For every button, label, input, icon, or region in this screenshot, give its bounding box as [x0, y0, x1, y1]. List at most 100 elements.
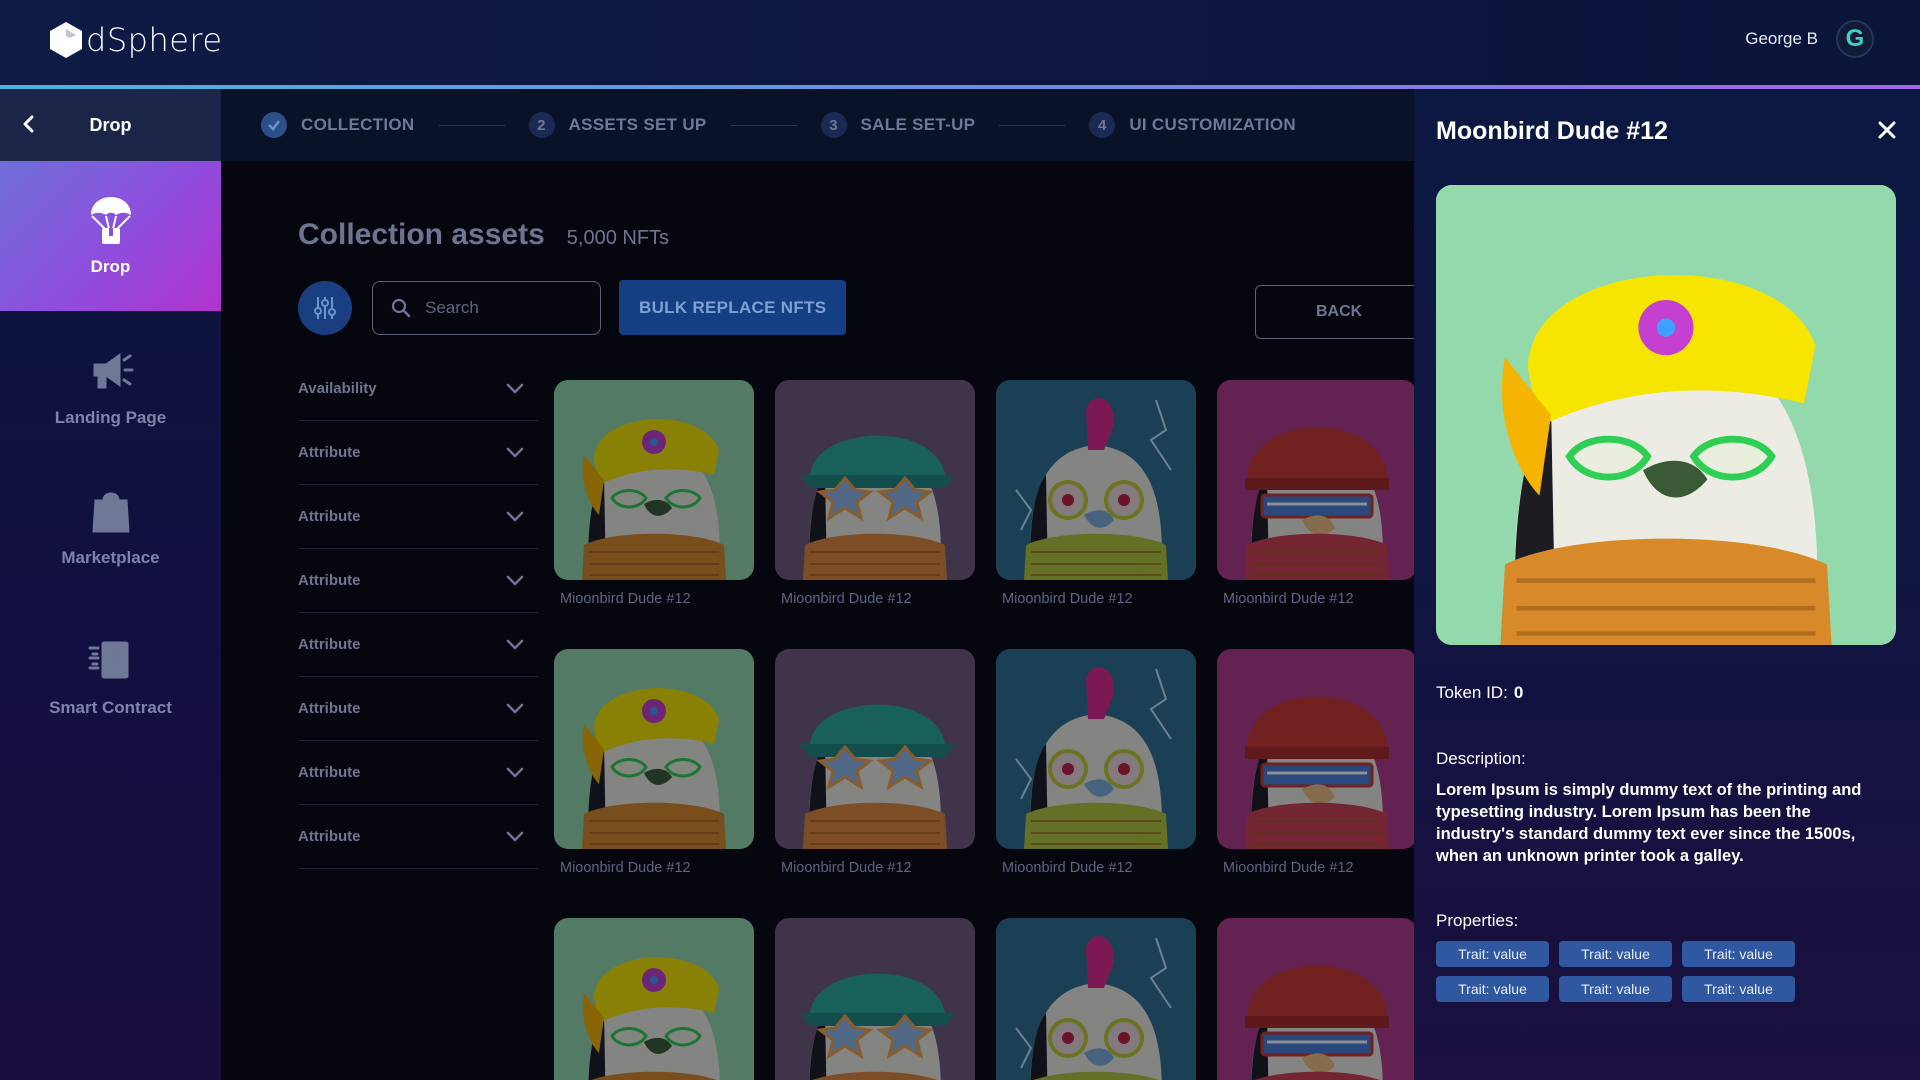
- nft-bag-icon: NFT: [91, 492, 130, 533]
- step-ui[interactable]: 4 UI CUSTOMIZATION: [1089, 112, 1296, 138]
- avatar[interactable]: G: [1836, 20, 1874, 58]
- nft-thumbnail: [1217, 649, 1414, 849]
- nft-detail-panel: Moonbird Dude #12 Token ID: 0 Description…: [1414, 89, 1920, 1080]
- search-icon: [391, 298, 411, 317]
- nft-thumbnail: [996, 918, 1196, 1080]
- parachute-icon: [90, 197, 131, 244]
- megaphone-icon: [93, 353, 133, 389]
- chevron-down-icon: [506, 831, 524, 842]
- sidebar-item-label: Drop: [90, 257, 131, 276]
- step-divider: [438, 124, 505, 126]
- filter-label: Attribute: [298, 636, 361, 653]
- sidebar-item-label: Marketplace: [61, 548, 160, 567]
- sidebar-item-marketplace[interactable]: NFT Marketplace: [0, 457, 221, 597]
- step-sale[interactable]: 3 SALE SET-UP: [820, 112, 976, 138]
- nft-thumbnail: [1217, 918, 1414, 1080]
- nft-card[interactable]: [554, 918, 754, 1080]
- nft-card-name: Mioonbird Dude #12: [781, 591, 912, 607]
- filter-attribute[interactable]: Attribute: [298, 677, 538, 741]
- app-logo[interactable]: dSphere: [48, 21, 223, 59]
- svg-text:NFT: NFT: [102, 515, 120, 525]
- user-menu[interactable]: George B G: [1745, 20, 1874, 58]
- chevron-down-icon: [506, 383, 524, 394]
- nft-card[interactable]: Mioonbird Dude #12: [1217, 649, 1414, 876]
- search-box[interactable]: [372, 280, 601, 335]
- chevron-down-icon: [506, 511, 524, 522]
- sidebar-item-landing-page[interactable]: Landing Page: [0, 317, 221, 457]
- chevron-left-icon[interactable]: [20, 114, 38, 134]
- filter-button[interactable]: [298, 280, 352, 335]
- step-divider: [999, 124, 1066, 126]
- filter-attribute[interactable]: Attribute: [298, 549, 538, 613]
- back-button[interactable]: BACK: [1255, 285, 1414, 339]
- filter-label: Attribute: [298, 764, 361, 781]
- filter-attribute[interactable]: Attribute: [298, 485, 538, 549]
- detail-title: Moonbird Dude #12: [1436, 117, 1668, 145]
- nft-card[interactable]: Mioonbird Dude #12: [996, 380, 1196, 607]
- nft-thumbnail: [554, 918, 754, 1080]
- filter-availability[interactable]: Availability: [298, 357, 538, 421]
- token-value: 0: [1513, 683, 1524, 702]
- dsphere-logo-icon: [50, 22, 82, 58]
- property-tag: Trait: value: [1682, 976, 1795, 1002]
- stepper: COLLECTION 2 ASSETS SET UP 3 SALE SET-UP…: [221, 89, 1414, 161]
- step-divider: [730, 124, 797, 126]
- step-label: COLLECTION: [301, 115, 415, 134]
- property-tag: Trait: value: [1559, 941, 1672, 967]
- nft-count: 5,000 NFTs: [566, 227, 670, 249]
- filter-attribute[interactable]: Attribute: [298, 741, 538, 805]
- nft-card[interactable]: Mioonbird Dude #12: [775, 649, 975, 876]
- nft-thumbnail: [996, 380, 1196, 580]
- filter-label: Attribute: [298, 444, 361, 461]
- close-icon[interactable]: [1876, 119, 1898, 141]
- description-label: Description:: [1436, 749, 1526, 768]
- nft-card-name: Mioonbird Dude #12: [560, 860, 691, 876]
- sidebar-item-drop[interactable]: Drop: [0, 161, 221, 311]
- step-assets[interactable]: 2 ASSETS SET UP: [528, 112, 707, 138]
- chevron-down-icon: [506, 767, 524, 778]
- property-tag: Trait: value: [1559, 976, 1672, 1002]
- sidebar-item-label: Smart Contract: [49, 698, 172, 717]
- step-collection[interactable]: COLLECTION: [261, 112, 415, 138]
- nft-card-name: Mioonbird Dude #12: [560, 591, 691, 607]
- page-title: Collection assets: [298, 218, 545, 251]
- bulk-replace-button[interactable]: BULK REPLACE NFTS: [619, 280, 847, 335]
- nft-card[interactable]: Mioonbird Dude #12: [996, 649, 1196, 876]
- filter-attribute[interactable]: Attribute: [298, 613, 538, 677]
- check-icon: [261, 112, 287, 138]
- filter-list: Availability Attribute Attribute Attribute A…: [298, 357, 538, 869]
- property-tag: Trait: value: [1436, 976, 1549, 1002]
- nft-card-name: Mioonbird Dude #12: [1002, 860, 1133, 876]
- nft-card[interactable]: [1217, 918, 1414, 1080]
- nft-card-name: Mioonbird Dude #12: [781, 860, 912, 876]
- nft-thumbnail: [1217, 380, 1414, 580]
- sidebar: Drop Drop Landing Page NFT Marketplace S…: [0, 89, 221, 1080]
- nft-card[interactable]: [996, 918, 1196, 1080]
- filter-attribute[interactable]: Attribute: [298, 805, 538, 869]
- filter-attribute[interactable]: Attribute: [298, 421, 538, 485]
- step-number: 4: [1089, 112, 1116, 138]
- nft-card[interactable]: Mioonbird Dude #12: [1217, 380, 1414, 607]
- main-content: COLLECTION 2 ASSETS SET UP 3 SALE SET-UP…: [221, 89, 1414, 1080]
- sidebar-item-label: Landing Page: [54, 408, 167, 427]
- search-input[interactable]: [425, 297, 575, 318]
- nft-card-name: Mioonbird Dude #12: [1223, 591, 1354, 607]
- nft-card[interactable]: Mioonbird Dude #12: [554, 649, 754, 876]
- nft-card[interactable]: Mioonbird Dude #12: [775, 380, 975, 607]
- nft-card-name: Mioonbird Dude #12: [1002, 591, 1133, 607]
- nft-thumbnail: [996, 649, 1196, 849]
- nft-card[interactable]: [775, 918, 975, 1080]
- sidebar-item-smart-contract[interactable]: Smart Contract: [0, 597, 221, 757]
- nft-thumbnail: [554, 380, 754, 580]
- contract-icon: [88, 641, 128, 679]
- nft-thumbnail: [775, 649, 975, 849]
- description-text: Lorem Ipsum is simply dummy text of the …: [1436, 781, 1862, 865]
- user-name: George B: [1745, 29, 1818, 48]
- toolbar: BULK REPLACE NFTS: [298, 280, 847, 335]
- chevron-down-icon: [506, 639, 524, 650]
- step-number: 2: [528, 112, 555, 138]
- nft-card[interactable]: Mioonbird Dude #12: [554, 380, 754, 607]
- property-tag: Trait: value: [1682, 941, 1795, 967]
- filter-label: Availability: [298, 380, 377, 397]
- app-name: dSphere: [86, 21, 223, 59]
